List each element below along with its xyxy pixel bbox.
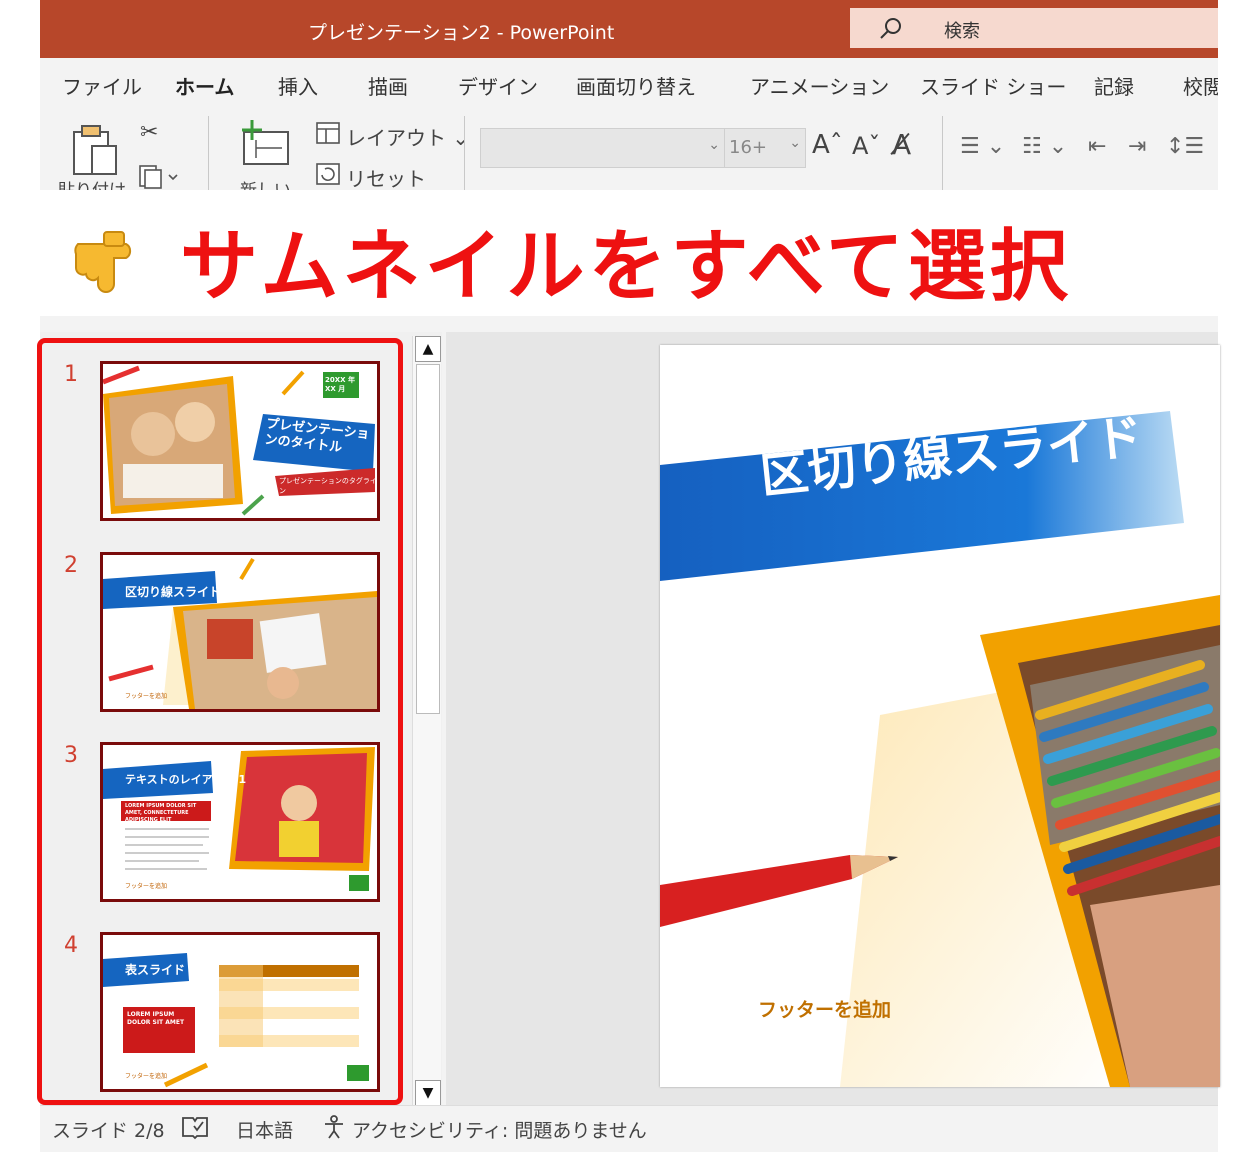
layout-icon[interactable]: [316, 122, 340, 149]
font-size-value: 16+: [729, 137, 767, 158]
accessibility-icon[interactable]: [322, 1114, 348, 1145]
tab-review[interactable]: 校閲: [1183, 71, 1218, 100]
accessibility-status[interactable]: アクセシビリティ: 問題ありません: [352, 1116, 647, 1143]
cut-icon[interactable]: ✂: [140, 120, 158, 145]
notes-icon[interactable]: [180, 1114, 210, 1145]
scroll-down-button[interactable]: ▼: [415, 1080, 441, 1106]
new-slide-icon[interactable]: [238, 118, 292, 173]
tab-transitions[interactable]: 画面切り替え: [576, 71, 696, 100]
copy-icon[interactable]: [138, 164, 180, 190]
new-slide-label: 新しい: [240, 176, 291, 190]
ribbon-tabs: ファイル ホーム 挿入 描画 デザイン 画面切り替え アニメーション スライド …: [40, 58, 1218, 112]
instruction-banner: サムネイルをすべて選択: [40, 190, 1218, 316]
current-slide[interactable]: 区切り線スライド フッターを追加: [660, 345, 1220, 1087]
font-size-select[interactable]: 16+ ⌄: [724, 128, 806, 168]
scroll-up-button[interactable]: ▲: [415, 336, 441, 362]
search-label: 検索: [944, 21, 980, 42]
layout-button[interactable]: レイアウト ⌄: [346, 122, 469, 151]
title-bar: プレゼンテーション2 - PowerPoint 検索: [40, 0, 1218, 58]
tab-insert[interactable]: 挿入: [278, 71, 318, 100]
line-spacing-icon[interactable]: ↕☰: [1166, 134, 1204, 159]
search-icon: [878, 16, 904, 44]
thumbnail-scrollbar[interactable]: ▲ ▼: [412, 336, 441, 1106]
tab-slideshow[interactable]: スライド ショー: [920, 71, 1066, 100]
grow-font-icon[interactable]: Aˆ: [812, 130, 843, 160]
shrink-font-icon[interactable]: Aˇ: [852, 132, 880, 160]
search-box[interactable]: 検索: [850, 8, 1218, 48]
tab-record[interactable]: 記録: [1094, 71, 1134, 100]
current-slide-footer[interactable]: フッターを追加: [758, 995, 891, 1022]
selection-highlight: [37, 338, 403, 1105]
tab-animations[interactable]: アニメーション: [750, 71, 889, 100]
reset-icon[interactable]: [316, 163, 340, 190]
language-indicator[interactable]: 日本語: [236, 1116, 293, 1143]
paste-icon[interactable]: [70, 122, 122, 183]
font-name-select[interactable]: ⌄: [480, 128, 725, 168]
outdent-icon[interactable]: ⇤: [1088, 134, 1106, 159]
tab-draw[interactable]: 描画: [368, 71, 408, 100]
tab-design[interactable]: デザイン: [458, 71, 538, 100]
paste-label: 貼り付け: [58, 176, 126, 190]
chevron-down-icon: ⌄: [708, 137, 720, 153]
tab-home[interactable]: ホーム: [175, 71, 235, 112]
reset-button[interactable]: リセット: [346, 163, 426, 190]
banner-text: サムネイルをすべて選択: [180, 222, 1072, 312]
clear-format-icon[interactable]: A̸: [892, 128, 911, 161]
chevron-down-icon: ⌄: [789, 135, 801, 151]
slide-indicator: スライド 2/8: [52, 1120, 165, 1142]
pointing-hand-icon: [70, 202, 170, 306]
indent-icon[interactable]: ⇥: [1128, 134, 1146, 159]
status-bar: スライド 2/8 日本語 アクセシビリティ: 問題ありません: [40, 1105, 1218, 1152]
numbering-icon[interactable]: ☷ ⌄: [1022, 134, 1067, 159]
ribbon-home: 貼り付け ✂ 新しい レイアウト ⌄ リセット ⌄ 16+ ⌄ Aˆ Aˇ A̸…: [40, 108, 1218, 190]
window-title: プレゼンテーション2 - PowerPoint: [308, 22, 615, 44]
scroll-thumb[interactable]: [416, 364, 440, 714]
quick-bar-strip: [40, 316, 1218, 332]
tab-file[interactable]: ファイル: [62, 71, 142, 100]
bullets-icon[interactable]: ☰ ⌄: [960, 134, 1005, 159]
